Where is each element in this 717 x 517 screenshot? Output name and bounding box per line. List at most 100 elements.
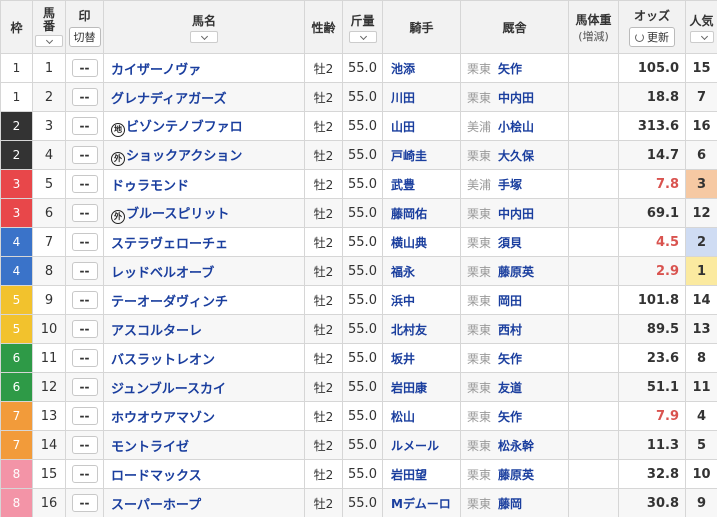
- mark-select[interactable]: --: [71, 436, 98, 454]
- mark-select[interactable]: --: [71, 146, 98, 164]
- waku-cell: 5: [0, 285, 33, 315]
- horse-name-link[interactable]: ブルースピリット: [126, 207, 229, 222]
- jockey-link[interactable]: 北村友: [391, 323, 427, 337]
- weight-cell: 55.0: [342, 169, 383, 199]
- horse-name-link[interactable]: スーパーホープ: [111, 498, 201, 513]
- mark-select[interactable]: --: [71, 465, 98, 483]
- umaban-cell: 7: [32, 227, 66, 257]
- horse-name-link[interactable]: バスラットレオン: [111, 353, 215, 368]
- mark-select[interactable]: --: [71, 262, 98, 280]
- jockey-link[interactable]: 藤岡佑: [391, 207, 427, 221]
- trainer-link[interactable]: 小桧山: [498, 120, 534, 134]
- jockey-link[interactable]: 浜中: [391, 294, 415, 308]
- horse-name-cell: グレナディアガーズ: [103, 82, 305, 112]
- mark-select[interactable]: --: [71, 494, 98, 512]
- mark-select[interactable]: --: [71, 378, 98, 396]
- body-weight-cell: [568, 140, 619, 170]
- trainer-link[interactable]: 須貝: [498, 236, 522, 250]
- jockey-link[interactable]: 川田: [391, 91, 415, 105]
- trainer-link[interactable]: 西村: [498, 323, 522, 337]
- jockey-link[interactable]: 岩田望: [391, 468, 427, 482]
- header-umaban[interactable]: 馬番: [32, 0, 66, 54]
- weight-cell: 55.0: [342, 256, 383, 286]
- horse-name-cell: 地ビゾンテノブファロ: [103, 111, 305, 141]
- mark-select[interactable]: --: [71, 59, 98, 77]
- waku-cell: 6: [0, 343, 33, 373]
- horse-name-link[interactable]: ホウオウアマゾン: [111, 411, 215, 426]
- horse-name-link[interactable]: モントライゼ: [111, 440, 189, 455]
- horse-name-link[interactable]: ショックアクション: [126, 149, 242, 164]
- body-weight-cell: [568, 198, 619, 228]
- horse-name-link[interactable]: ビゾンテノブファロ: [126, 120, 243, 135]
- jockey-link[interactable]: 武豊: [391, 178, 415, 192]
- trainer-region: 美浦: [467, 119, 492, 134]
- trainer-cell: 栗東 岡田: [460, 285, 569, 315]
- waku-cell: 1: [0, 53, 33, 83]
- trainer-link[interactable]: 岡田: [498, 294, 522, 308]
- mark-select[interactable]: --: [71, 117, 98, 135]
- sort-pop-icon[interactable]: [689, 30, 714, 43]
- odds-cell: 7.8: [618, 169, 686, 199]
- jockey-link[interactable]: 山田: [391, 120, 415, 134]
- horse-name-link[interactable]: ジュンブルースカイ: [111, 382, 226, 397]
- mark-select[interactable]: --: [71, 204, 98, 222]
- trainer-link[interactable]: 大久保: [498, 149, 534, 163]
- horse-name-link[interactable]: ドゥラモンド: [111, 179, 189, 194]
- jockey-link[interactable]: 戸崎圭: [391, 149, 427, 163]
- jockey-link[interactable]: 岩田康: [391, 381, 427, 395]
- trainer-region: 栗東: [467, 322, 492, 337]
- jockey-link[interactable]: 松山: [391, 410, 415, 424]
- jockey-link[interactable]: 横山典: [391, 236, 427, 250]
- header-waku[interactable]: 枠: [0, 0, 33, 54]
- table-row: 4 7 -- ステラヴェローチェ 牡2 55.0 横山典 栗東 須貝 4.5 2: [0, 227, 717, 257]
- horse-name-link[interactable]: レッドベルオーブ: [111, 266, 214, 281]
- mark-select[interactable]: --: [71, 291, 98, 309]
- sex-age-cell: 牡2: [304, 372, 343, 402]
- mark-select[interactable]: --: [71, 88, 98, 106]
- trainer-link[interactable]: 中内田: [498, 91, 534, 105]
- horse-name-cell: アスコルターレ: [103, 314, 305, 344]
- trainer-link[interactable]: 矢作: [498, 62, 522, 76]
- sort-horse-icon[interactable]: [190, 30, 218, 43]
- mark-select[interactable]: --: [71, 175, 98, 193]
- trainer-region: 栗東: [467, 409, 492, 424]
- trainer-link[interactable]: 友道: [498, 381, 522, 395]
- odds-cell: 2.9: [618, 256, 686, 286]
- mark-toggle-button[interactable]: 切替: [68, 27, 101, 47]
- header-pop[interactable]: 人気: [685, 0, 717, 54]
- trainer-link[interactable]: 矢作: [498, 352, 522, 366]
- trainer-link[interactable]: 松永幹: [498, 439, 534, 453]
- popularity-cell: 2: [685, 227, 717, 257]
- refresh-odds-button[interactable]: 更新: [629, 27, 675, 47]
- trainer-link[interactable]: 藤岡: [498, 497, 522, 511]
- header-weight[interactable]: 斤量: [342, 0, 383, 54]
- mark-select[interactable]: --: [71, 233, 98, 251]
- trainer-link[interactable]: 中内田: [498, 207, 534, 221]
- jockey-link[interactable]: 福永: [391, 265, 415, 279]
- sex-age-cell: 牡2: [304, 401, 343, 431]
- jockey-link[interactable]: 池添: [391, 62, 415, 76]
- trainer-link[interactable]: 手塚: [498, 178, 522, 192]
- trainer-link[interactable]: 矢作: [498, 410, 522, 424]
- horse-name-link[interactable]: ステラヴェローチェ: [111, 237, 228, 252]
- mark-select[interactable]: --: [71, 349, 98, 367]
- horse-name-link[interactable]: ロードマックス: [111, 469, 202, 484]
- sex-age-cell: 牡2: [304, 314, 343, 344]
- jockey-link[interactable]: 坂井: [391, 352, 415, 366]
- horse-name-link[interactable]: アスコルターレ: [111, 324, 202, 339]
- horse-name-link[interactable]: テーオーダヴィンチ: [111, 295, 228, 310]
- mark-select[interactable]: --: [71, 407, 98, 425]
- popularity-cell: 5: [685, 430, 717, 460]
- sort-umaban-icon[interactable]: [35, 35, 63, 47]
- sort-weight-icon[interactable]: [348, 30, 377, 43]
- mark-select[interactable]: --: [71, 320, 98, 338]
- jockey-cell: 浜中: [382, 285, 461, 315]
- horse-name-link[interactable]: グレナディアガーズ: [111, 92, 226, 107]
- jockey-link[interactable]: ルメール: [391, 439, 439, 453]
- popularity-cell: 1: [685, 256, 717, 286]
- header-horse[interactable]: 馬名: [103, 0, 305, 54]
- jockey-link[interactable]: Mデムーロ: [391, 497, 451, 511]
- trainer-link[interactable]: 藤原英: [498, 265, 534, 279]
- horse-name-link[interactable]: カイザーノヴァ: [111, 63, 201, 78]
- trainer-link[interactable]: 藤原英: [498, 468, 534, 482]
